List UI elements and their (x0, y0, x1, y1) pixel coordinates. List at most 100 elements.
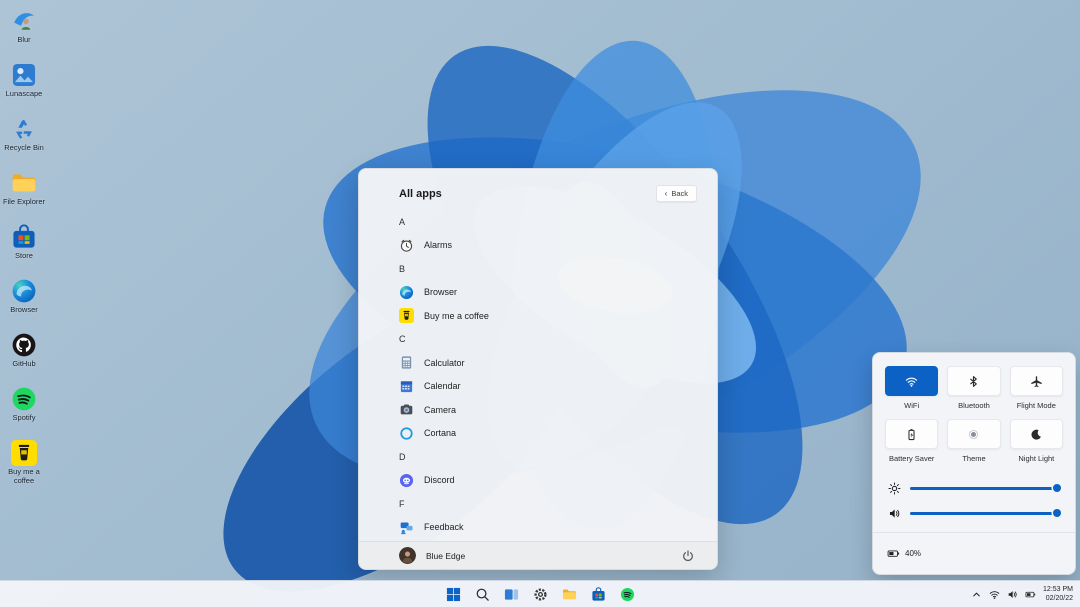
quick-settings-sliders (885, 472, 1063, 522)
calendar-icon (399, 379, 414, 394)
desktop-icon-buy-me-a-coffee[interactable]: Buy me a coffee (1, 440, 47, 488)
brightness-slider[interactable] (910, 487, 1060, 490)
quick-settings-grid: WiFiBluetoothFlight ModeBattery SaverThe… (885, 366, 1063, 472)
power-button[interactable] (681, 549, 695, 563)
start-menu-user-bar: Blue Edge (359, 541, 717, 569)
tray-hidden-icons-icon[interactable] (971, 589, 982, 600)
app-item-buy-me-a-coffee[interactable]: Buy me a coffee (399, 304, 699, 328)
taskbar-button-settings[interactable] (529, 583, 551, 605)
taskbar-center (442, 581, 638, 607)
moon-icon (1030, 428, 1043, 441)
tray-volume-icon[interactable] (1007, 589, 1018, 600)
tray-battery-icon[interactable] (1025, 589, 1036, 600)
desktop-icon-browser[interactable]: Browser (1, 278, 47, 326)
spotify-icon (620, 587, 635, 602)
app-item-feedback[interactable]: Feedback (399, 516, 699, 540)
taskbar-button-task-view[interactable] (500, 583, 522, 605)
coffee-icon (11, 440, 37, 466)
taskbar-button-spotify[interactable] (616, 583, 638, 605)
start-menu-all-apps: All apps ‹ Back AAlarmsBBrowserBuy me a … (358, 168, 718, 570)
sun-icon (888, 482, 901, 495)
battery-percent: 40% (905, 549, 921, 558)
section-letter-d[interactable]: D (399, 445, 699, 469)
flight-mode-toggle[interactable] (1010, 366, 1063, 396)
quick-setting-label: Night Light (1018, 454, 1054, 463)
night-light-toggle[interactable] (1010, 419, 1063, 449)
all-apps-title: All apps (399, 188, 442, 200)
app-item-calculator[interactable]: Calculator (399, 351, 699, 375)
quick-setting-night-light: Night Light (1010, 419, 1063, 463)
taskbar-button-store[interactable] (587, 583, 609, 605)
app-item-browser[interactable]: Browser (399, 281, 699, 305)
desktop-icon-label: Lunascape (6, 90, 43, 99)
desktop-icon-label: File Explorer (3, 198, 45, 207)
start-menu-header: All apps ‹ Back (359, 169, 717, 208)
batterysaver-icon (905, 428, 918, 441)
theme-toggle[interactable] (947, 419, 1000, 449)
section-letter-a[interactable]: A (399, 210, 699, 234)
quick-setting-label: WiFi (904, 401, 919, 410)
folder-icon (562, 587, 577, 602)
section-letter-f[interactable]: F (399, 492, 699, 516)
desktop-icon-label: Spotify (13, 414, 36, 423)
section-letter-c[interactable]: C (399, 328, 699, 352)
desktop-icon-spotify[interactable]: Spotify (1, 386, 47, 434)
edge-icon (399, 285, 414, 300)
desktop-icon-label: Recycle Bin (4, 144, 44, 153)
desktop-icon-blur[interactable]: Blur (1, 8, 47, 56)
quick-setting-flight-mode: Flight Mode (1010, 366, 1063, 410)
desktop-icon-store[interactable]: Store (1, 224, 47, 272)
store-icon (11, 224, 37, 250)
app-item-camera[interactable]: Camera (399, 398, 699, 422)
section-letter-b[interactable]: B (399, 257, 699, 281)
desktop-icon-github[interactable]: GitHub (1, 332, 47, 380)
wifi-toggle[interactable] (885, 366, 938, 396)
taskbar-button-file-explorer[interactable] (558, 583, 580, 605)
back-button[interactable]: ‹ Back (656, 185, 697, 202)
volume-slider[interactable] (910, 512, 1060, 515)
calculator-icon (399, 355, 414, 370)
app-item-label: Discord (424, 475, 455, 485)
desktop-icon-recycle-bin[interactable]: Recycle Bin (1, 116, 47, 164)
camera-icon (399, 402, 414, 417)
quick-setting-theme: Theme (947, 419, 1000, 463)
app-item-label: Calculator (424, 358, 465, 368)
feedback-icon (399, 520, 414, 535)
taskbar-button-search[interactable] (471, 583, 493, 605)
user-avatar[interactable] (399, 547, 416, 564)
app-item-label: Feedback (424, 522, 464, 532)
wifi-icon (905, 375, 918, 388)
battery-icon (887, 547, 900, 560)
desktop-icon-lunascape[interactable]: Lunascape (1, 62, 47, 110)
desktop-icon-label: Store (15, 252, 33, 261)
app-item-calendar[interactable]: Calendar (399, 375, 699, 399)
bluetooth-toggle[interactable] (947, 366, 1000, 396)
desktop-icon-label: Buy me a coffee (2, 468, 46, 485)
tray-network-icon[interactable] (989, 589, 1000, 600)
brightness-slider-thumb[interactable] (1053, 484, 1061, 492)
gear-icon (533, 587, 548, 602)
user-name[interactable]: Blue Edge (426, 551, 465, 561)
quick-setting-label: Bluetooth (958, 401, 990, 410)
windows-icon (446, 587, 461, 602)
taskbar-clock[interactable]: 12:53 PM 02/20/22 (1043, 585, 1073, 603)
desktop: Blur Lunascape Recycle Bin File Explorer Sto… (0, 0, 1080, 607)
battery-saver-toggle[interactable] (885, 419, 938, 449)
app-item-discord[interactable]: Discord (399, 469, 699, 493)
taskbar-button-start[interactable] (442, 583, 464, 605)
spotify-icon (11, 386, 37, 412)
app-item-label: Cortana (424, 428, 456, 438)
brightness-slider-fill (910, 487, 1057, 490)
cortana-icon (399, 426, 414, 441)
app-item-alarms[interactable]: Alarms (399, 234, 699, 258)
lunascape-icon (11, 62, 37, 88)
blur-icon (11, 8, 37, 34)
system-tray: 12:53 PM 02/20/22 (971, 581, 1073, 607)
desktop-icon-file-explorer[interactable]: File Explorer (1, 170, 47, 218)
volume-slider-thumb[interactable] (1053, 509, 1061, 517)
folder-icon (11, 170, 37, 196)
back-button-label: Back (671, 189, 688, 198)
app-item-cortana[interactable]: Cortana (399, 422, 699, 446)
app-item-label: Camera (424, 405, 456, 415)
quick-setting-bluetooth: Bluetooth (947, 366, 1000, 410)
